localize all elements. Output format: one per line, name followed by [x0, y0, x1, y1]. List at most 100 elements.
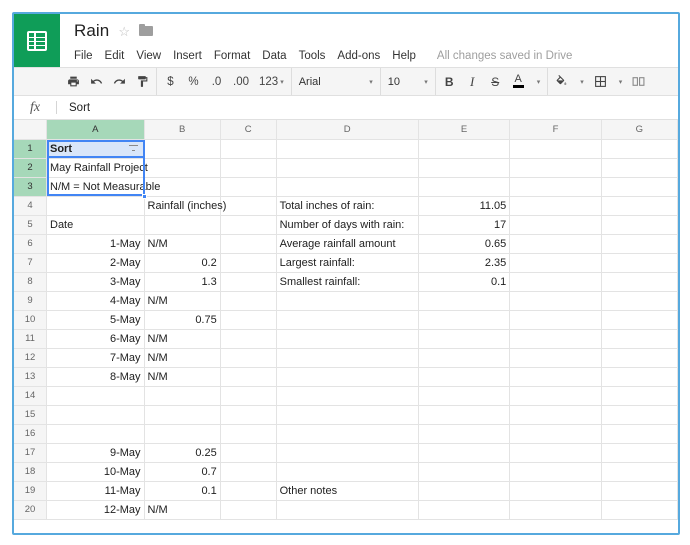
- cell-B8[interactable]: 1.3: [144, 272, 221, 292]
- cell-G15[interactable]: [601, 405, 678, 425]
- cell-E3[interactable]: [418, 177, 511, 197]
- cell-E15[interactable]: [418, 405, 511, 425]
- row-header-10[interactable]: 10: [14, 310, 47, 330]
- cell-D13[interactable]: [276, 367, 419, 387]
- formula-bar-input[interactable]: Sort: [69, 102, 90, 114]
- cell-A5[interactable]: Date: [46, 215, 145, 235]
- cell-E16[interactable]: [418, 424, 511, 444]
- column-header-b[interactable]: B: [144, 120, 221, 140]
- currency-format-button[interactable]: $: [164, 72, 177, 92]
- cell-A14[interactable]: [46, 386, 145, 406]
- cell-D20[interactable]: [276, 500, 419, 520]
- cell-C5[interactable]: [220, 215, 277, 235]
- fill-color-icon[interactable]: [555, 72, 568, 92]
- menu-item-file[interactable]: File: [74, 50, 93, 62]
- cell-D10[interactable]: [276, 310, 419, 330]
- cell-C19[interactable]: [220, 481, 277, 501]
- cell-F16[interactable]: [509, 424, 602, 444]
- row-header-1[interactable]: 1: [14, 139, 47, 159]
- cell-A12[interactable]: 7-May: [46, 348, 145, 368]
- cell-C3[interactable]: [220, 177, 277, 197]
- cell-G3[interactable]: [601, 177, 678, 197]
- row-header-19[interactable]: 19: [14, 481, 47, 501]
- cell-B20[interactable]: N/M: [144, 500, 221, 520]
- folder-icon[interactable]: [139, 23, 154, 36]
- cell-D12[interactable]: [276, 348, 419, 368]
- cell-E17[interactable]: [418, 443, 511, 463]
- cell-A4[interactable]: [46, 196, 145, 216]
- cell-E2[interactable]: [418, 158, 511, 178]
- cell-F4[interactable]: [509, 196, 602, 216]
- cell-A15[interactable]: [46, 405, 145, 425]
- cell-F9[interactable]: [509, 291, 602, 311]
- row-header-17[interactable]: 17: [14, 443, 47, 463]
- spreadsheet-grid[interactable]: A B C D E F G 1 Sort 2 May Rainfall Project…: [14, 120, 678, 533]
- star-outline-icon[interactable]: ☆: [118, 25, 130, 38]
- row-header-3[interactable]: 3: [14, 177, 47, 197]
- row-header-6[interactable]: 6: [14, 234, 47, 254]
- cell-A8[interactable]: 3-May: [46, 272, 145, 292]
- cell-F18[interactable]: [509, 462, 602, 482]
- cell-F12[interactable]: [509, 348, 602, 368]
- cell-F2[interactable]: [509, 158, 602, 178]
- cell-A1[interactable]: Sort: [46, 139, 145, 159]
- cell-G10[interactable]: [601, 310, 678, 330]
- cell-A6[interactable]: 1-May: [46, 234, 145, 254]
- row-header-13[interactable]: 13: [14, 367, 47, 387]
- cell-A18[interactable]: 10-May: [46, 462, 145, 482]
- cell-B6[interactable]: N/M: [144, 234, 221, 254]
- cell-A16[interactable]: [46, 424, 145, 444]
- cell-F5[interactable]: [509, 215, 602, 235]
- cell-A17[interactable]: 9-May: [46, 443, 145, 463]
- cell-G16[interactable]: [601, 424, 678, 444]
- cell-D8[interactable]: Smallest rainfall:: [276, 272, 419, 292]
- cell-B1[interactable]: [144, 139, 221, 159]
- cell-F14[interactable]: [509, 386, 602, 406]
- row-header-8[interactable]: 8: [14, 272, 47, 292]
- print-icon[interactable]: [67, 72, 80, 92]
- cell-G9[interactable]: [601, 291, 678, 311]
- menu-item-add-ons[interactable]: Add-ons: [337, 50, 380, 62]
- chevron-down-icon[interactable]: ▾: [619, 78, 623, 86]
- cell-C16[interactable]: [220, 424, 277, 444]
- cell-G14[interactable]: [601, 386, 678, 406]
- strikethrough-button[interactable]: S: [489, 72, 502, 92]
- cell-D16[interactable]: [276, 424, 419, 444]
- cell-E7[interactable]: 2.35: [418, 253, 511, 273]
- paint-format-icon[interactable]: [136, 72, 149, 92]
- cell-A11[interactable]: 6-May: [46, 329, 145, 349]
- cell-E13[interactable]: [418, 367, 511, 387]
- cell-A10[interactable]: 5-May: [46, 310, 145, 330]
- page-title[interactable]: Rain: [74, 21, 109, 41]
- cell-D9[interactable]: [276, 291, 419, 311]
- cell-F15[interactable]: [509, 405, 602, 425]
- row-header-2[interactable]: 2: [14, 158, 47, 178]
- select-all-corner[interactable]: [14, 120, 47, 140]
- row-header-4[interactable]: 4: [14, 196, 47, 216]
- cell-G6[interactable]: [601, 234, 678, 254]
- cell-D11[interactable]: [276, 329, 419, 349]
- cell-C9[interactable]: [220, 291, 277, 311]
- cell-E4[interactable]: 11.05: [418, 196, 511, 216]
- cell-A2[interactable]: May Rainfall Project: [46, 158, 148, 178]
- percent-format-button[interactable]: %: [187, 72, 200, 92]
- column-header-a[interactable]: A: [46, 120, 145, 140]
- cell-C8[interactable]: [220, 272, 277, 292]
- cell-C11[interactable]: [220, 329, 277, 349]
- cell-E12[interactable]: [418, 348, 511, 368]
- cell-B9[interactable]: N/M: [144, 291, 221, 311]
- bold-button[interactable]: B: [443, 72, 456, 92]
- cell-E5[interactable]: 17: [418, 215, 511, 235]
- borders-icon[interactable]: [594, 72, 607, 92]
- cell-D14[interactable]: [276, 386, 419, 406]
- text-color-button[interactable]: A: [512, 72, 525, 92]
- cell-D15[interactable]: [276, 405, 419, 425]
- menu-item-edit[interactable]: Edit: [105, 50, 125, 62]
- cell-B12[interactable]: N/M: [144, 348, 221, 368]
- cell-F13[interactable]: [509, 367, 602, 387]
- cell-F10[interactable]: [509, 310, 602, 330]
- cell-B2[interactable]: [144, 158, 221, 178]
- cell-F17[interactable]: [509, 443, 602, 463]
- column-header-f[interactable]: F: [509, 120, 602, 140]
- cell-D7[interactable]: Largest rainfall:: [276, 253, 419, 273]
